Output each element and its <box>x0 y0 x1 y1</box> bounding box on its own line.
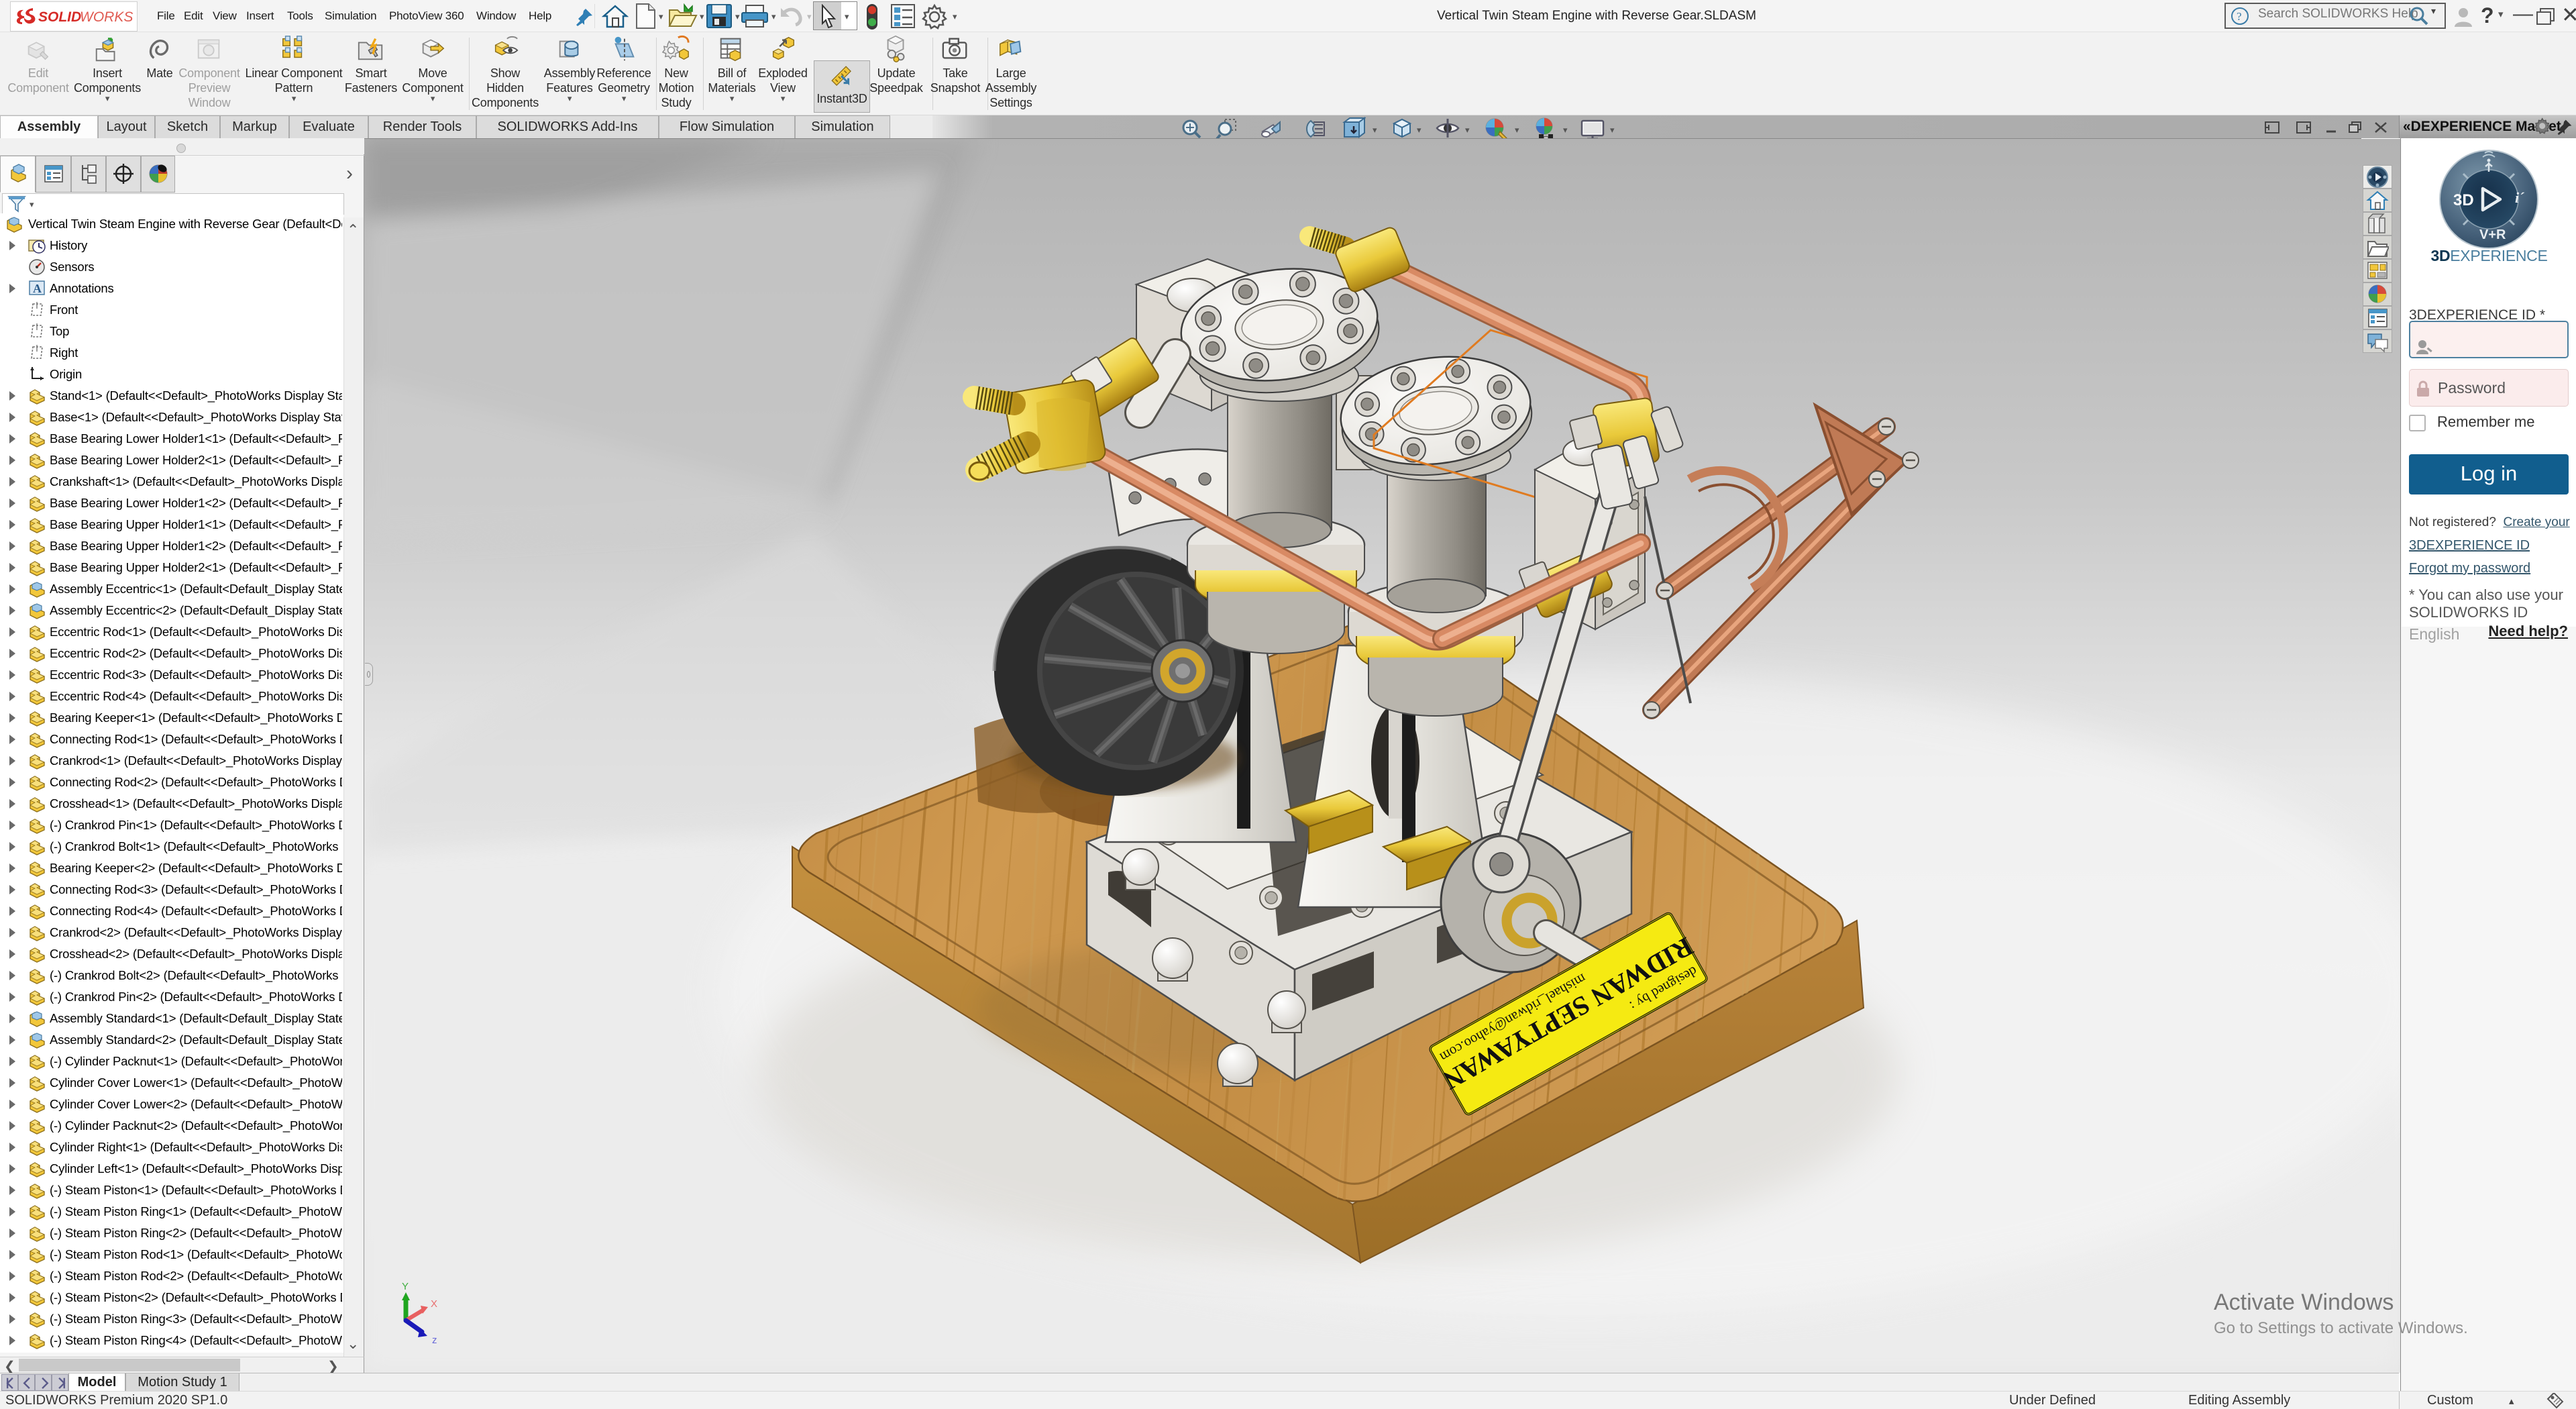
svg-text:V+R: V+R <box>2479 227 2506 242</box>
svg-text:Y: Y <box>402 1281 409 1292</box>
svg-text:3D: 3D <box>2453 191 2474 209</box>
svg-text:WORKS: WORKS <box>80 9 133 25</box>
svg-text:A: A <box>33 282 42 295</box>
svg-text:z: z <box>432 1335 437 1346</box>
svg-text:i´: i´ <box>2515 189 2524 206</box>
svg-text:SOLID: SOLID <box>38 9 81 25</box>
svg-text:X: X <box>431 1298 437 1310</box>
svg-text:?: ? <box>2237 10 2242 23</box>
